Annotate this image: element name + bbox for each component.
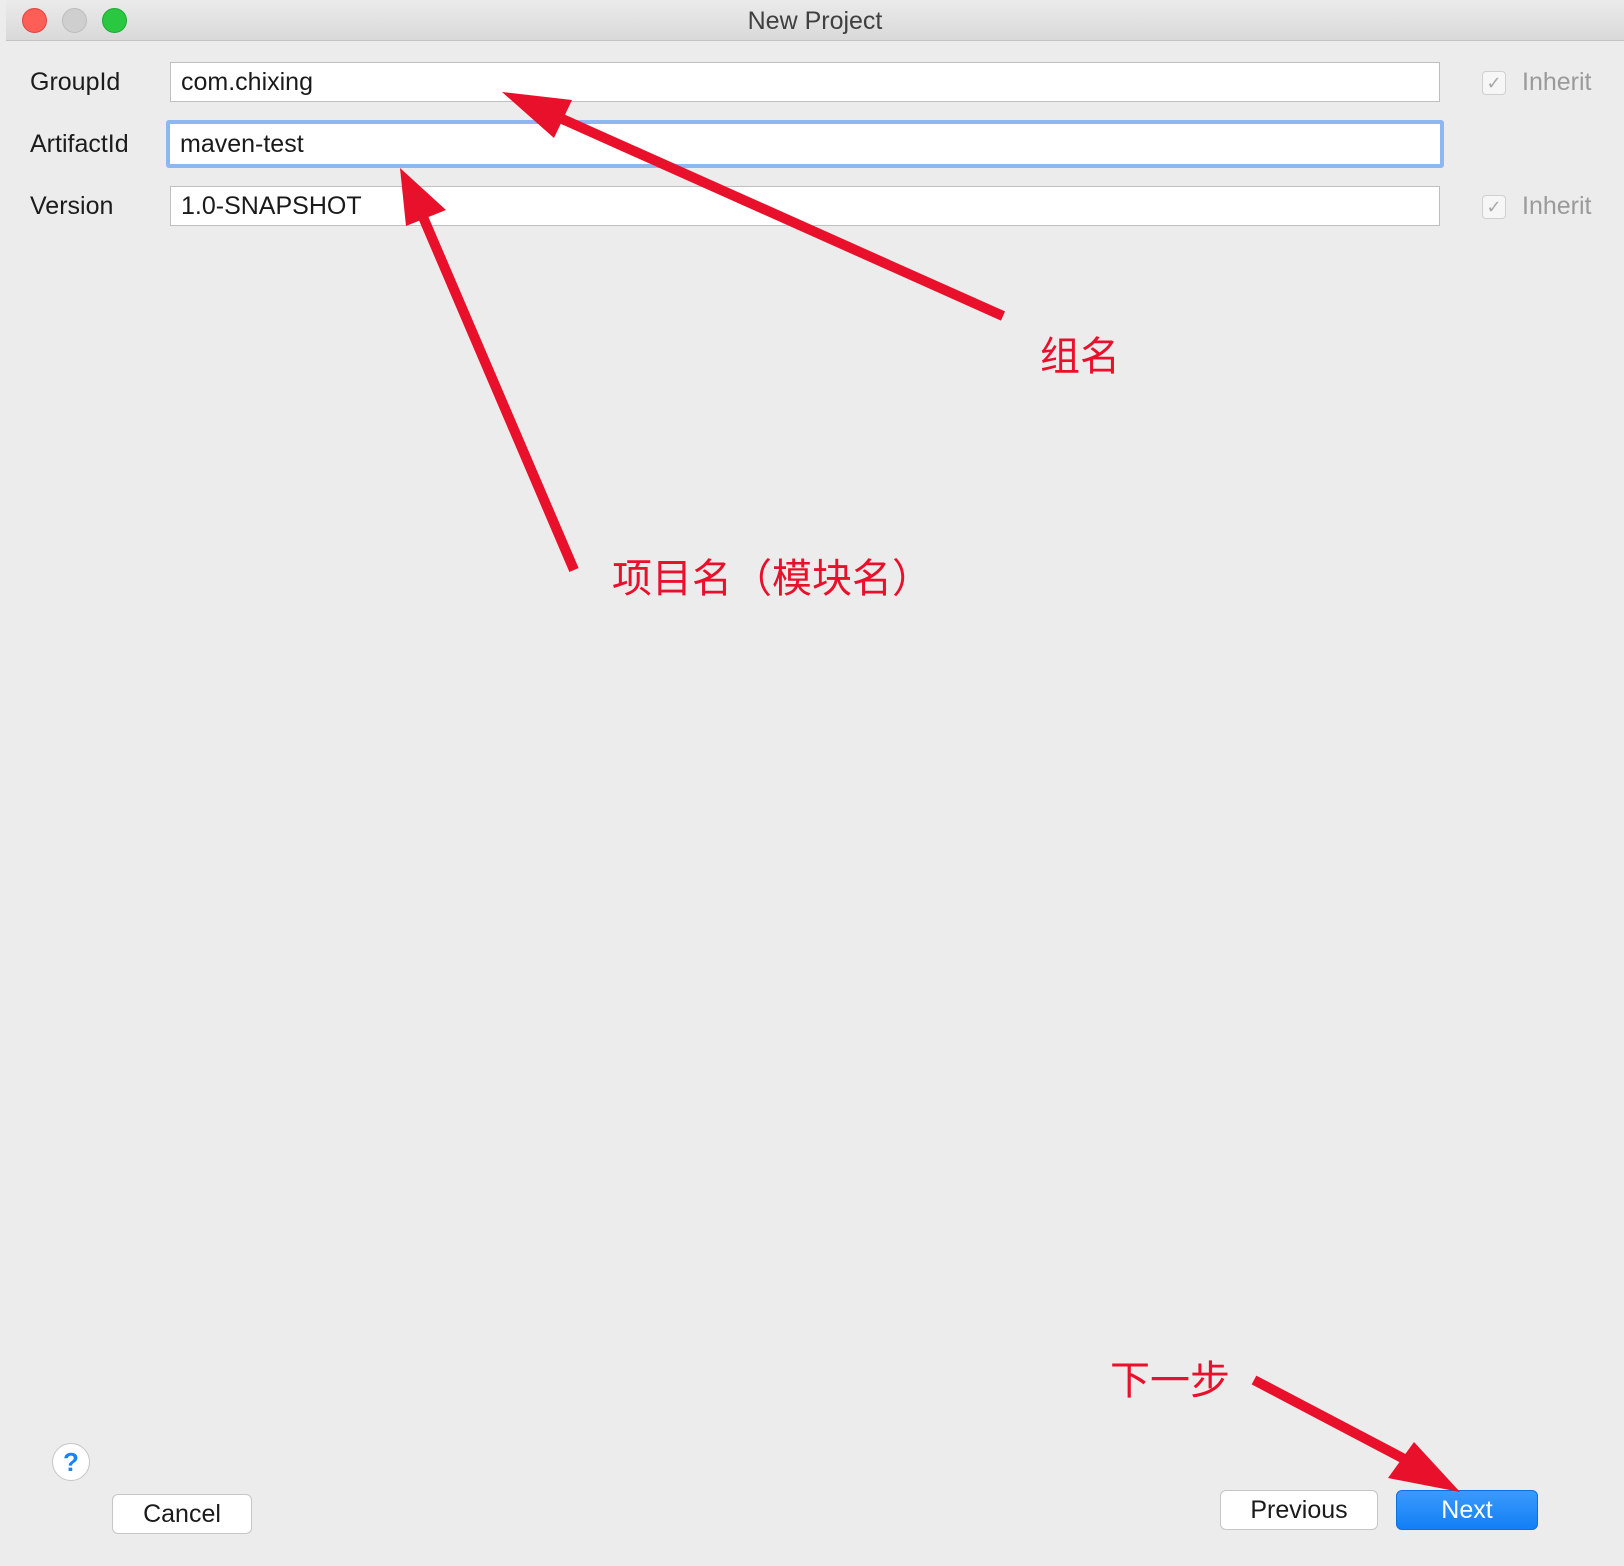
version-inherit-label: Inherit <box>1522 192 1592 220</box>
version-label: Version <box>30 192 114 220</box>
version-inherit[interactable]: ✓ Inherit <box>1482 192 1591 221</box>
version-inherit-checkbox[interactable]: ✓ <box>1482 194 1506 219</box>
artifact-id-input[interactable] <box>166 120 1444 168</box>
group-id-label: GroupId <box>30 68 121 96</box>
window-title: New Project <box>747 7 883 35</box>
annotation-group-name: 组名 <box>1040 334 1120 380</box>
previous-button[interactable]: Previous <box>1220 1490 1378 1530</box>
checkmark-icon: ✓ <box>1486 196 1502 217</box>
help-icon: ? <box>63 1446 79 1477</box>
group-id-inherit[interactable]: ✓ Inherit <box>1482 68 1591 97</box>
group-id-inherit-label: Inherit <box>1522 68 1592 96</box>
annotation-next-step: 下一步 <box>1110 1358 1230 1404</box>
group-id-input[interactable] <box>170 62 1440 102</box>
checkmark-icon: ✓ <box>1486 72 1502 93</box>
version-input[interactable] <box>170 186 1440 226</box>
next-button[interactable]: Next <box>1396 1490 1538 1530</box>
artifact-id-label: ArtifactId <box>30 130 129 158</box>
group-id-inherit-checkbox[interactable]: ✓ <box>1482 70 1506 95</box>
cancel-button[interactable]: Cancel <box>112 1494 252 1534</box>
annotation-project-name: 项目名（模块名） <box>612 556 932 602</box>
title-bar: New Project <box>6 0 1624 41</box>
help-button[interactable]: ? <box>52 1443 90 1481</box>
new-project-dialog: New Project GroupId ✓ Inherit ArtifactId… <box>6 0 1624 1566</box>
